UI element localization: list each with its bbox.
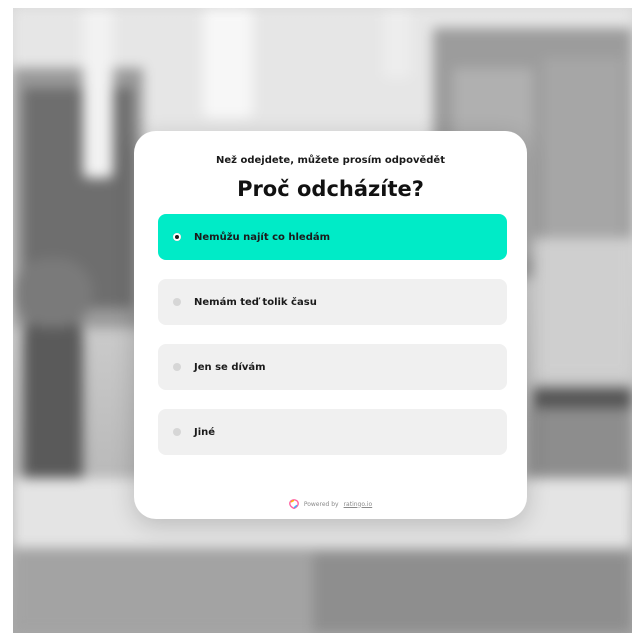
radio-dot-icon[interactable] bbox=[173, 428, 181, 436]
survey-title: Proč odcházíte? bbox=[237, 177, 424, 201]
option-other[interactable]: Jiné bbox=[158, 409, 507, 455]
option-label: Jen se dívám bbox=[194, 361, 266, 373]
ratingo-logo-icon bbox=[288, 499, 299, 509]
option-label: Nemám teď tolik času bbox=[194, 296, 317, 308]
option-label: Jiné bbox=[194, 426, 216, 438]
option-just-looking[interactable]: Jen se dívám bbox=[158, 344, 507, 390]
survey-subtitle: Než odejdete, můžete prosím odpovědět bbox=[216, 155, 445, 166]
powered-by-text: Powered by bbox=[303, 500, 339, 508]
ratingo-link[interactable]: ratingo.io bbox=[344, 501, 373, 508]
option-cant-find[interactable]: Nemůžu najít co hledám bbox=[158, 214, 507, 260]
powered-by-footer: Powered by ratingo.io bbox=[134, 499, 527, 509]
option-label: Nemůžu najít co hledám bbox=[194, 231, 331, 243]
radio-dot-icon[interactable] bbox=[173, 298, 181, 306]
option-no-time[interactable]: Nemám teď tolik času bbox=[158, 279, 507, 325]
radio-dot-icon[interactable] bbox=[173, 233, 181, 241]
exit-survey-modal: Než odejdete, můžete prosím odpovědět Pr… bbox=[134, 131, 527, 519]
radio-dot-icon[interactable] bbox=[173, 363, 181, 371]
